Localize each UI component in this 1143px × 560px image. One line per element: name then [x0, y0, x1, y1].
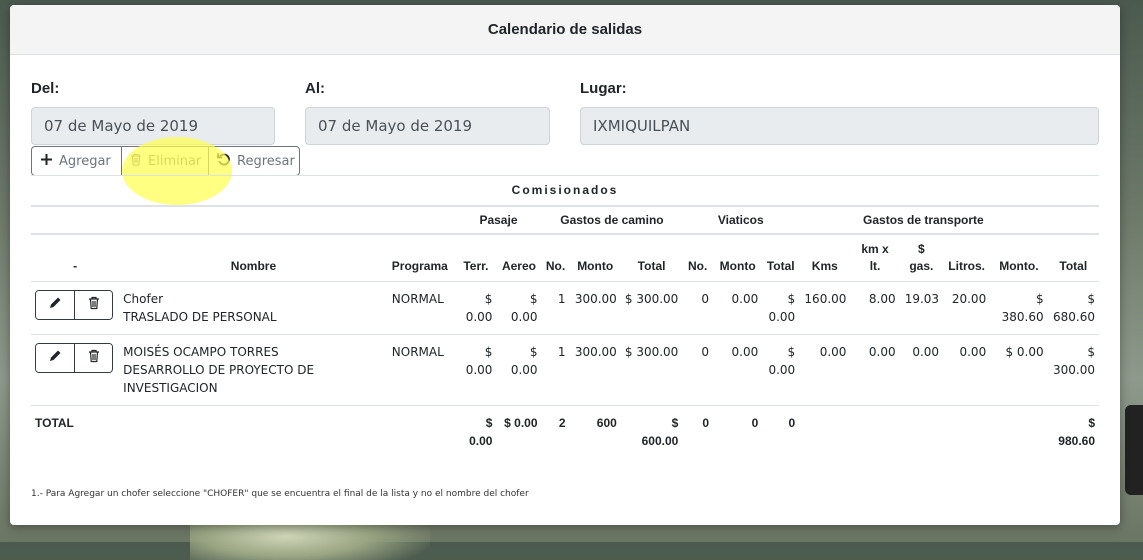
- al-date-field[interactable]: 07 de Mayo de 2019: [305, 107, 550, 145]
- col-total: Total: [1047, 233, 1099, 282]
- col-gc-total: Total: [620, 233, 683, 282]
- col-aereo: Aereo: [496, 233, 542, 282]
- col-v-monto: Monto: [713, 233, 763, 282]
- col-v-no: No.: [682, 233, 714, 282]
- programa-cell: NORMAL: [387, 281, 456, 335]
- edit-button[interactable]: [36, 344, 74, 372]
- col-programa: Programa: [387, 233, 456, 282]
- trash-icon: [130, 153, 142, 170]
- col-v-total: Total: [762, 233, 800, 282]
- total-grand: $980.60: [1058, 416, 1095, 448]
- plus-icon: [40, 153, 53, 170]
- comisionados-table: Comisionados Pasaje Gastos de camino Via…: [31, 175, 1099, 458]
- lugar-label: Lugar:: [580, 80, 627, 97]
- toolbar: Agregar Eliminar Regresar: [31, 146, 300, 176]
- col-kms: Kms: [799, 233, 851, 282]
- edit-button[interactable]: [36, 291, 74, 319]
- row-actions: [35, 290, 113, 320]
- nombre-cell: Chofer TRASLADO DE PERSONAL: [119, 281, 388, 335]
- section-title: Comisionados: [31, 175, 1099, 207]
- total-v-total: 0: [788, 416, 796, 430]
- delete-button[interactable]: [74, 344, 112, 372]
- total-gc-total: $600.00: [641, 416, 679, 448]
- table-row: MOISÉS OCAMPO TORRES DESARROLLO DE PROYEC…: [31, 334, 1099, 406]
- undo-icon: [217, 152, 231, 170]
- col-actions: -: [31, 233, 120, 282]
- del-label: Del:: [31, 80, 60, 97]
- calendar-modal: Calendario de salidas Del: 07 de Mayo de…: [10, 5, 1120, 525]
- pencil-icon: [48, 296, 62, 315]
- group-pasaje: Pasaje: [455, 205, 542, 235]
- col-litros: Litros.: [943, 233, 991, 282]
- col-nombre: Nombre: [119, 233, 388, 282]
- total-terr: $0.00: [469, 416, 493, 448]
- agregar-label: Agregar: [59, 153, 111, 169]
- total-v-monto: 0: [751, 416, 759, 430]
- eliminar-button[interactable]: Eliminar: [122, 147, 209, 175]
- trash-icon: [88, 296, 100, 315]
- al-label: Al:: [305, 80, 325, 97]
- trash-icon: [88, 349, 100, 368]
- agregar-button[interactable]: Agregar: [32, 147, 122, 175]
- modal-title: Calendario de salidas: [10, 5, 1120, 55]
- total-v-no: 0: [702, 416, 710, 430]
- totals-label: TOTAL: [35, 416, 74, 430]
- totals-row: TOTAL $0.00 $ 0.00 2 600 $600.00 0 0 0 $…: [31, 406, 1099, 459]
- regresar-label: Regresar: [237, 153, 295, 169]
- col-gc-no: No.: [541, 233, 570, 282]
- lugar-field[interactable]: IXMIQUILPAN: [580, 107, 1099, 145]
- footnote: 1.- Para Agregar un chofer seleccione "C…: [31, 489, 529, 499]
- group-viaticos: Viaticos: [682, 205, 800, 235]
- col-gas: $ gas.: [899, 233, 944, 282]
- del-date-field[interactable]: 07 de Mayo de 2019: [31, 107, 275, 145]
- pencil-icon: [48, 349, 62, 368]
- col-monto: Monto.: [990, 233, 1048, 282]
- table-row: Chofer TRASLADO DE PERSONAL NORMAL $ 0.00…: [31, 281, 1099, 335]
- total-gc-monto: 600: [596, 416, 617, 430]
- eliminar-label: Eliminar: [148, 153, 202, 169]
- group-gastos-camino: Gastos de camino: [541, 205, 683, 235]
- col-kmxlt: km x lt.: [850, 233, 900, 282]
- col-terr: Terr.: [455, 233, 497, 282]
- total-aereo: $ 0.00: [504, 416, 538, 430]
- nombre-cell: MOISÉS OCAMPO TORRES DESARROLLO DE PROYEC…: [119, 334, 388, 406]
- delete-button[interactable]: [74, 291, 112, 319]
- row-actions: [35, 343, 113, 373]
- programa-cell: NORMAL: [387, 334, 456, 406]
- col-gc-monto: Monto: [569, 233, 621, 282]
- background-edge: [1125, 405, 1143, 495]
- total-gc-no: 2: [558, 416, 566, 430]
- group-gastos-transporte: Gastos de transporte: [799, 205, 1048, 235]
- regresar-button[interactable]: Regresar: [209, 147, 299, 175]
